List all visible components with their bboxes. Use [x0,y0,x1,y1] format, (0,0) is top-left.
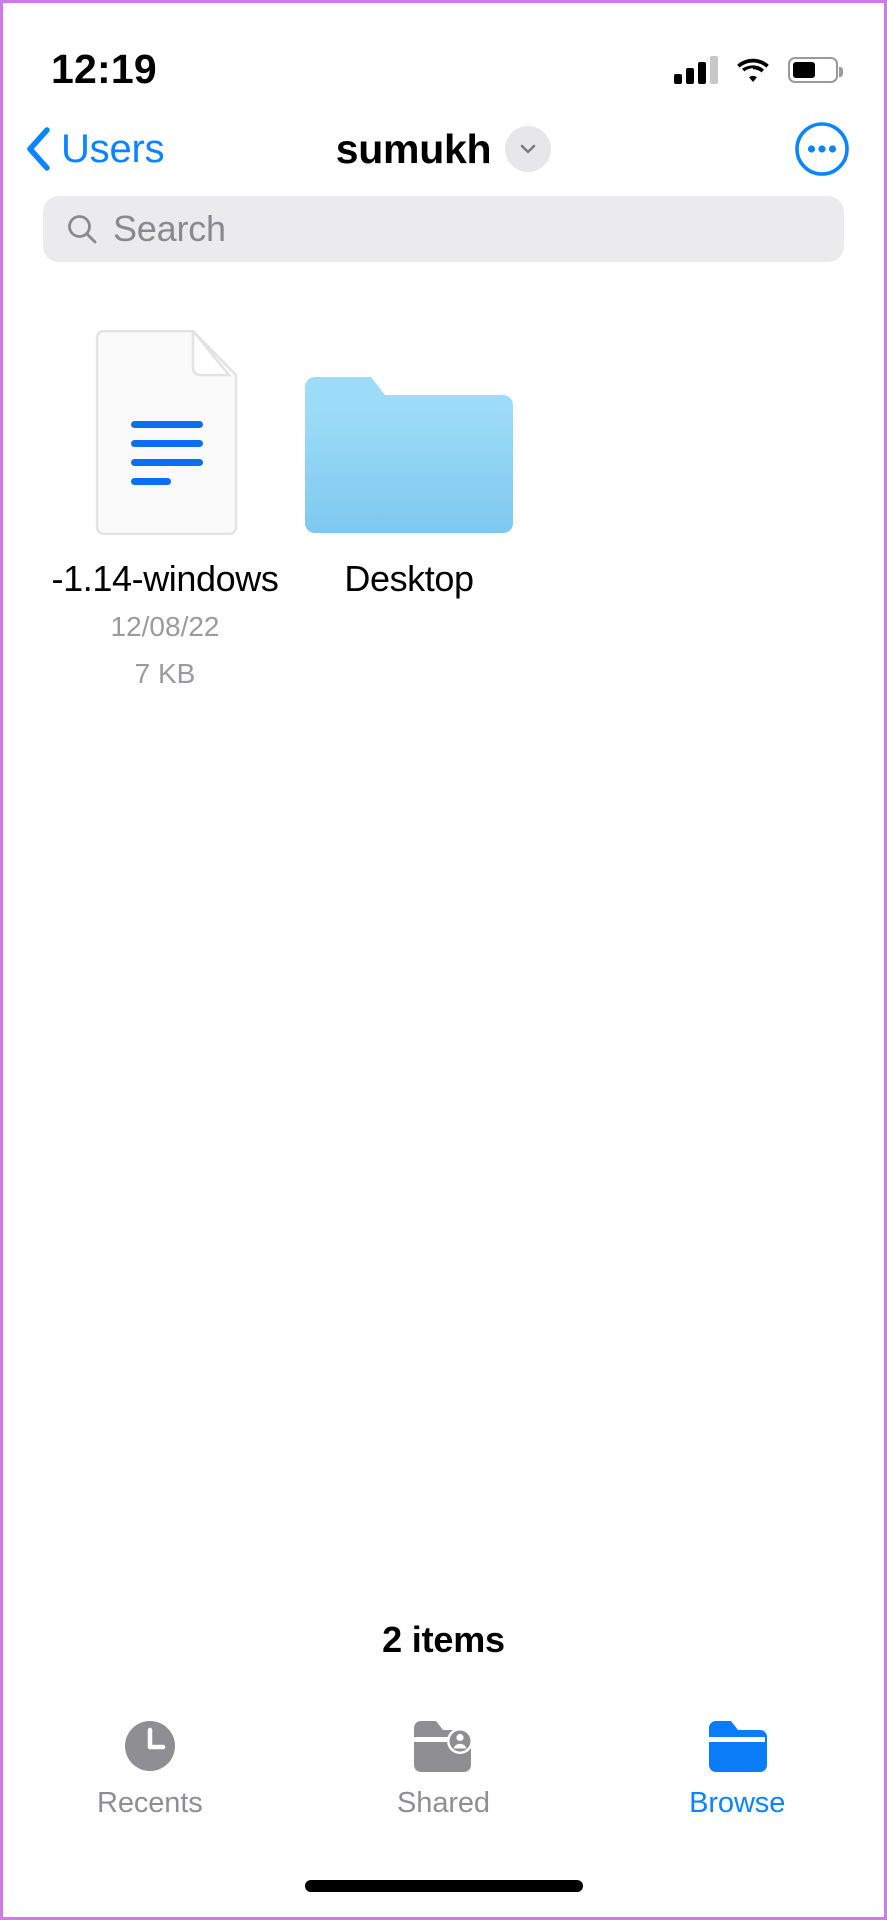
tab-bar: Recents Shared Browse [3,1705,884,1855]
battery-icon [788,56,843,83]
item-name: Desktop [344,558,474,599]
search-icon [65,212,99,246]
page-title: sumukh [335,125,492,172]
ellipsis-circle-icon [794,121,850,177]
home-indicator[interactable] [304,1880,583,1892]
folder-filled-icon [707,1715,768,1777]
status-time: 12:19 [51,46,157,92]
phone-screen: 12:19 Users sumukh Search -1.14-windows … [0,0,887,1920]
back-button[interactable]: Users [25,127,165,171]
clock-icon [121,1715,179,1777]
item-date: 12/08/22 [110,611,220,643]
folder-person-icon [412,1715,476,1777]
item-count-label: 2 items [382,1619,505,1660]
item-name: -1.14-windows [51,558,279,599]
tab-recents[interactable]: Recents [3,1715,297,1818]
more-options-button[interactable] [794,121,850,177]
tab-browse[interactable]: Browse [590,1715,884,1818]
home-indicator-area [3,1855,884,1917]
chevron-left-icon [25,127,51,171]
file-thumbnail [87,320,243,535]
item-size: 7 KB [134,657,196,689]
status-bar: 12:19 [3,3,884,108]
search-placeholder: Search [113,208,226,249]
status-indicators [674,55,843,84]
chevron-down-icon [516,137,540,161]
search-input[interactable]: Search [43,196,844,262]
tab-label: Browse [689,1787,786,1819]
tab-shared[interactable]: Shared [297,1715,591,1818]
navigation-bar: Users sumukh [3,108,884,190]
file-grid: -1.14-windows 12/08/22 7 KB Desktop [3,262,884,1619]
grid-item-folder[interactable]: Desktop [287,320,531,599]
tab-label: Recents [96,1787,203,1819]
wifi-icon [735,56,771,84]
back-button-label: Users [61,127,165,171]
folder-icon [303,375,515,535]
cellular-signal-icon [674,55,718,84]
tab-label: Shared [397,1787,490,1819]
search-bar-container: Search [3,190,884,262]
grid-item-file[interactable]: -1.14-windows 12/08/22 7 KB [43,320,287,692]
title-dropdown-button[interactable] [505,126,552,172]
document-icon [87,330,243,535]
folder-thumbnail [303,320,515,535]
